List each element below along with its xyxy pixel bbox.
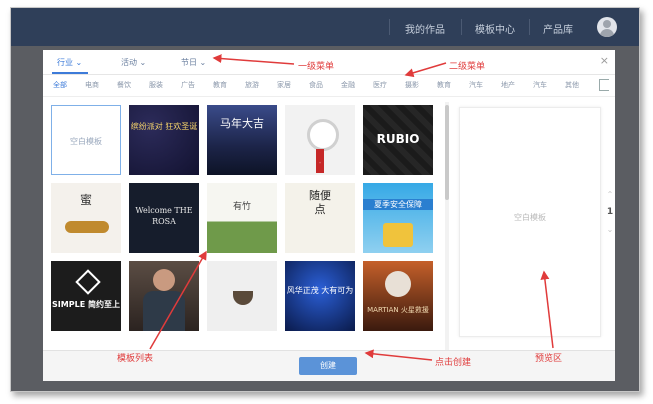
- template-card[interactable]: 随便点: [285, 183, 355, 253]
- template-blank[interactable]: 空白模板: [51, 105, 121, 175]
- template-card[interactable]: MARTIAN 火星救援: [363, 261, 433, 331]
- category-item[interactable]: 电商: [85, 80, 99, 90]
- category-item[interactable]: 全部: [53, 80, 67, 90]
- preview-label: 空白模板: [514, 213, 546, 222]
- category-item[interactable]: 家居: [277, 80, 291, 90]
- preview-area: 空白模板: [459, 107, 601, 337]
- template-caption: 风华正茂 大有可为: [286, 286, 354, 295]
- template-caption: RUBIO: [376, 132, 420, 146]
- template-card[interactable]: 茶: [207, 261, 277, 331]
- category-item[interactable]: 医疗: [373, 80, 387, 90]
- create-button[interactable]: 创建: [299, 357, 357, 375]
- annotation-click-create: 点击创建: [435, 358, 472, 368]
- category-item[interactable]: 地产: [501, 80, 515, 90]
- template-modal: 行业 ⌄ 活动 ⌄ 节日 ⌄ × 全部 电商 餐饮 服装 广告 教育 旅游 家居…: [43, 50, 615, 381]
- template-caption: MARTIAN 火星救援: [367, 306, 429, 314]
- template-card[interactable]: 手表: [285, 105, 355, 175]
- chevron-down-icon: ⌄: [75, 58, 83, 67]
- template-card[interactable]: 人物: [129, 261, 199, 331]
- category-item[interactable]: 餐饮: [117, 80, 131, 90]
- nav-separator: [389, 19, 390, 35]
- category-item[interactable]: 教育: [437, 80, 451, 90]
- top-navigation-bar: 我的作品 模板中心 产品库: [11, 8, 639, 46]
- template-caption: 有竹: [232, 202, 251, 212]
- template-card[interactable]: 风华正茂 大有可为: [285, 261, 355, 331]
- category-item[interactable]: 汽车: [469, 80, 483, 90]
- template-caption: 空白模板: [70, 137, 102, 146]
- tab-activity[interactable]: 活动 ⌄: [121, 57, 146, 68]
- chevron-down-icon: ⌄: [199, 58, 207, 67]
- nav-separator: [529, 19, 530, 35]
- template-caption: 人物: [129, 321, 199, 322]
- nav-separator: [461, 19, 462, 35]
- annotation-second-menu: 二级菜单: [449, 62, 486, 72]
- template-caption: 夏季安全保障: [363, 199, 433, 210]
- template-card[interactable]: Welcome THE ROSA: [129, 183, 199, 253]
- chevron-up-icon[interactable]: ⌃: [607, 190, 614, 199]
- template-caption: 手表: [319, 163, 321, 164]
- template-caption: SIMPLE 简约至上: [52, 300, 120, 309]
- category-item[interactable]: 广告: [181, 80, 195, 90]
- nav-item-template-center[interactable]: 模板中心: [475, 21, 515, 36]
- nav-item-product-library[interactable]: 产品库: [543, 21, 573, 36]
- chevron-down-icon: ⌄: [139, 58, 147, 67]
- template-card[interactable]: 缤纷派对 狂欢圣诞: [129, 105, 199, 175]
- user-avatar-icon[interactable]: [597, 17, 617, 37]
- template-card[interactable]: 蜜: [51, 183, 121, 253]
- template-caption: 蜜: [79, 193, 92, 207]
- template-caption: 马年大吉: [220, 117, 264, 130]
- tab-festival[interactable]: 节日 ⌄: [181, 57, 206, 68]
- page-number: 1: [606, 207, 614, 217]
- tab-industry[interactable]: 行业 ⌄: [57, 57, 82, 68]
- template-card[interactable]: 夏季安全保障: [363, 183, 433, 253]
- nav-item-my-works[interactable]: 我的作品: [405, 21, 445, 36]
- template-caption: 缤纷派对 狂欢圣诞: [130, 122, 198, 131]
- template-caption: 茶: [207, 317, 277, 318]
- template-list: 空白模板 缤纷派对 狂欢圣诞 马年大吉 手表 RUBIO 蜜 Welcome T…: [51, 105, 441, 350]
- template-card[interactable]: SIMPLE 简约至上: [51, 261, 121, 331]
- category-item[interactable]: 旅游: [245, 80, 259, 90]
- template-card[interactable]: RUBIO: [363, 105, 433, 175]
- close-icon[interactable]: ×: [600, 54, 609, 67]
- pager: ⌃ 1 ⌄: [605, 190, 615, 234]
- chevron-down-icon[interactable]: ⌄: [607, 225, 614, 234]
- template-card[interactable]: 有竹: [207, 183, 277, 253]
- category-item[interactable]: 教育: [213, 80, 227, 90]
- scrollbar-thumb[interactable]: [445, 105, 449, 200]
- template-caption: 随便点: [309, 189, 331, 216]
- template-caption: Welcome THE ROSA: [135, 206, 193, 226]
- category-item[interactable]: 汽车: [533, 80, 547, 90]
- annotation-first-menu: 一级菜单: [298, 62, 335, 72]
- template-card[interactable]: 马年大吉: [207, 105, 277, 175]
- category-item[interactable]: 服装: [149, 80, 163, 90]
- annotation-preview-area: 预览区: [535, 354, 563, 364]
- category-item[interactable]: 摄影: [405, 80, 419, 90]
- category-item[interactable]: 食品: [309, 80, 323, 90]
- category-more-icon[interactable]: [599, 79, 609, 91]
- annotation-template-list: 模板列表: [117, 354, 154, 364]
- category-item[interactable]: 金融: [341, 80, 355, 90]
- second-level-menu: 全部 电商 餐饮 服装 广告 教育 旅游 家居 食品 金融 医疗 摄影 教育 汽…: [43, 74, 615, 97]
- category-item[interactable]: 其他: [565, 80, 579, 90]
